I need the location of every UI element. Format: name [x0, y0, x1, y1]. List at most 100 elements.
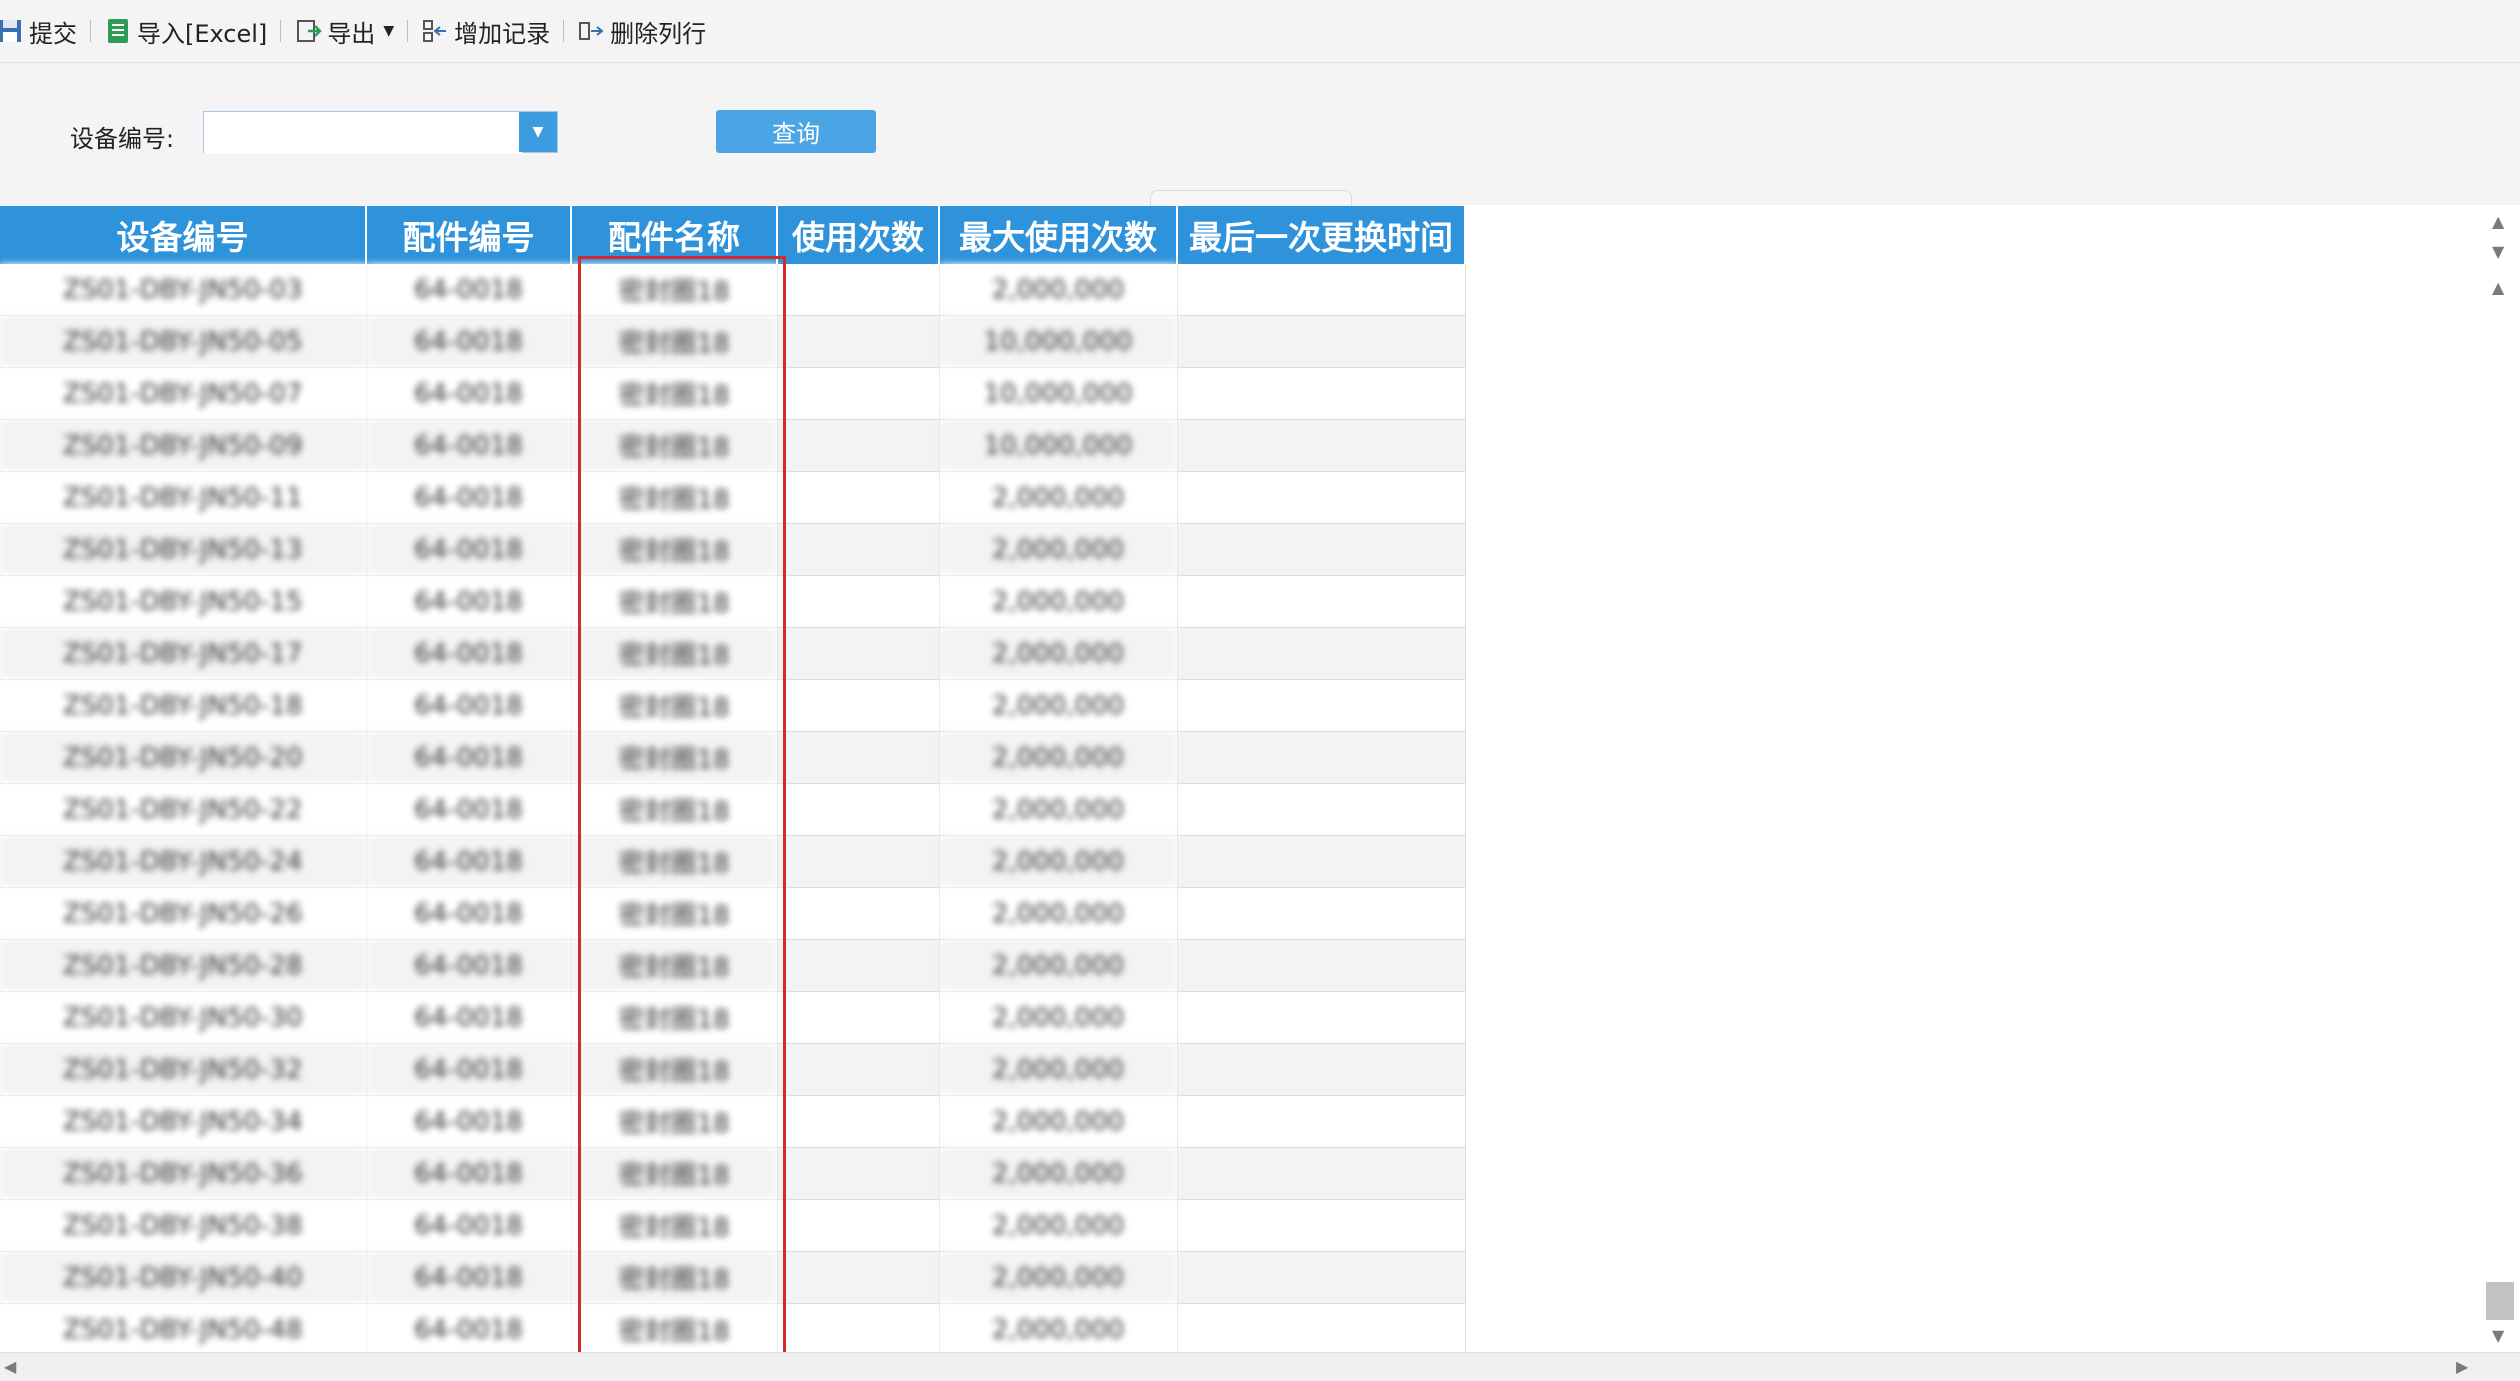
part-number-cell[interactable]: 64-0018: [366, 264, 572, 316]
part-number-cell[interactable]: 64-0018: [366, 367, 572, 420]
max-use-count-cell[interactable]: 2,000,000: [939, 783, 1178, 836]
last-replaced-cell[interactable]: [1177, 627, 1466, 680]
max-use-count-cell[interactable]: 2,000,000: [939, 1199, 1178, 1252]
column-header-part-name[interactable]: 配件名称: [571, 206, 778, 264]
use-count-cell[interactable]: [777, 1095, 940, 1148]
device-number-cell[interactable]: ZS01-DBY-JN50-03: [0, 264, 367, 316]
part-number-cell[interactable]: 64-0018: [366, 939, 572, 992]
table-row[interactable]: ZS01-DBY-JN50-28 64-0018 密封圈18 2,000,000: [0, 939, 1466, 992]
table-row[interactable]: ZS01-DBY-JN50-17 64-0018 密封圈18 2,000,000: [0, 627, 1466, 680]
last-replaced-cell[interactable]: [1177, 679, 1466, 732]
collapse-handle[interactable]: [1150, 190, 1352, 207]
use-count-cell[interactable]: [777, 523, 940, 576]
part-number-cell[interactable]: 64-0018: [366, 887, 572, 940]
part-name-cell[interactable]: 密封圈18: [571, 783, 778, 836]
table-row[interactable]: ZS01-DBY-JN50-18 64-0018 密封圈18 2,000,000: [0, 679, 1466, 732]
part-name-cell[interactable]: 密封圈18: [571, 1303, 778, 1356]
use-count-cell[interactable]: [777, 315, 940, 368]
table-row[interactable]: ZS01-DBY-JN50-05 64-0018 密封圈18 10,000,000: [0, 315, 1466, 368]
part-name-cell[interactable]: 密封圈18: [571, 1095, 778, 1148]
device-number-cell[interactable]: ZS01-DBY-JN50-07: [0, 367, 367, 420]
scroll-thumb[interactable]: [2486, 1282, 2514, 1320]
part-number-cell[interactable]: 64-0018: [366, 523, 572, 576]
part-name-cell[interactable]: 密封圈18: [571, 835, 778, 888]
table-row[interactable]: ZS01-DBY-JN50-30 64-0018 密封圈18 2,000,000: [0, 991, 1466, 1044]
max-use-count-cell[interactable]: 2,000,000: [939, 679, 1178, 732]
part-number-cell[interactable]: 64-0018: [366, 315, 572, 368]
table-row[interactable]: ZS01-DBY-JN50-24 64-0018 密封圈18 2,000,000: [0, 835, 1466, 888]
last-replaced-cell[interactable]: [1177, 1251, 1466, 1304]
last-replaced-cell[interactable]: [1177, 315, 1466, 368]
part-name-cell[interactable]: 密封圈18: [571, 264, 778, 316]
last-replaced-cell[interactable]: [1177, 1199, 1466, 1252]
part-name-cell[interactable]: 密封圈18: [571, 731, 778, 784]
table-row[interactable]: ZS01-DBY-JN50-38 64-0018 密封圈18 2,000,000: [0, 1199, 1466, 1252]
last-replaced-cell[interactable]: [1177, 471, 1466, 524]
table-row[interactable]: ZS01-DBY-JN50-20 64-0018 密封圈18 2,000,000: [0, 731, 1466, 784]
last-replaced-cell[interactable]: [1177, 731, 1466, 784]
column-header-max-use-count[interactable]: 最大使用次数: [939, 206, 1178, 264]
table-row[interactable]: ZS01-DBY-JN50-03 64-0018 密封圈18 2,000,000: [0, 264, 1466, 316]
part-name-cell[interactable]: 密封圈18: [571, 575, 778, 628]
column-header-use-count[interactable]: 使用次数: [777, 206, 940, 264]
use-count-cell[interactable]: [777, 835, 940, 888]
use-count-cell[interactable]: [777, 1251, 940, 1304]
max-use-count-cell[interactable]: 2,000,000: [939, 887, 1178, 940]
max-use-count-cell[interactable]: 2,000,000: [939, 627, 1178, 680]
part-name-cell[interactable]: 密封圈18: [571, 367, 778, 420]
delete-row-button[interactable]: 删除列行: [577, 11, 706, 51]
part-number-cell[interactable]: 64-0018: [366, 1095, 572, 1148]
table-row[interactable]: ZS01-DBY-JN50-07 64-0018 密封圈18 10,000,000: [0, 367, 1466, 420]
max-use-count-cell[interactable]: 2,000,000: [939, 264, 1178, 316]
submit-button[interactable]: 提交: [0, 11, 77, 51]
scroll-down-icon[interactable]: ▼: [2492, 242, 2504, 261]
use-count-cell[interactable]: [777, 575, 940, 628]
part-number-cell[interactable]: 64-0018: [366, 835, 572, 888]
use-count-cell[interactable]: [777, 419, 940, 472]
part-name-cell[interactable]: 密封圈18: [571, 939, 778, 992]
part-name-cell[interactable]: 密封圈18: [571, 1147, 778, 1200]
max-use-count-cell[interactable]: 2,000,000: [939, 939, 1178, 992]
max-use-count-cell[interactable]: 10,000,000: [939, 367, 1178, 420]
part-number-cell[interactable]: 64-0018: [366, 471, 572, 524]
last-replaced-cell[interactable]: [1177, 887, 1466, 940]
device-number-cell[interactable]: ZS01-DBY-JN50-18: [0, 679, 367, 732]
scroll-left-icon[interactable]: ◀: [4, 1357, 16, 1376]
max-use-count-cell[interactable]: 10,000,000: [939, 419, 1178, 472]
use-count-cell[interactable]: [777, 679, 940, 732]
query-button[interactable]: 查询: [716, 110, 876, 153]
device-number-cell[interactable]: ZS01-DBY-JN50-28: [0, 939, 367, 992]
part-number-cell[interactable]: 64-0018: [366, 1043, 572, 1096]
use-count-cell[interactable]: [777, 783, 940, 836]
add-record-button[interactable]: 增加记录: [421, 11, 550, 51]
use-count-cell[interactable]: [777, 264, 940, 316]
use-count-cell[interactable]: [777, 1043, 940, 1096]
table-row[interactable]: ZS01-DBY-JN50-09 64-0018 密封圈18 10,000,000: [0, 419, 1466, 472]
use-count-cell[interactable]: [777, 887, 940, 940]
last-replaced-cell[interactable]: [1177, 523, 1466, 576]
table-row[interactable]: ZS01-DBY-JN50-22 64-0018 密封圈18 2,000,000: [0, 783, 1466, 836]
use-count-cell[interactable]: [777, 471, 940, 524]
last-replaced-cell[interactable]: [1177, 991, 1466, 1044]
last-replaced-cell[interactable]: [1177, 1147, 1466, 1200]
device-number-cell[interactable]: ZS01-DBY-JN50-20: [0, 731, 367, 784]
device-number-cell[interactable]: ZS01-DBY-JN50-09: [0, 419, 367, 472]
use-count-cell[interactable]: [777, 367, 940, 420]
use-count-cell[interactable]: [777, 627, 940, 680]
table-row[interactable]: ZS01-DBY-JN50-15 64-0018 密封圈18 2,000,000: [0, 575, 1466, 628]
last-replaced-cell[interactable]: [1177, 835, 1466, 888]
part-name-cell[interactable]: 密封圈18: [571, 627, 778, 680]
table-row[interactable]: ZS01-DBY-JN50-40 64-0018 密封圈18 2,000,000: [0, 1251, 1466, 1304]
scroll-up-icon[interactable]: ▲: [2492, 278, 2504, 297]
part-number-cell[interactable]: 64-0018: [366, 1251, 572, 1304]
device-number-cell[interactable]: ZS01-DBY-JN50-26: [0, 887, 367, 940]
device-number-cell[interactable]: ZS01-DBY-JN50-40: [0, 1251, 367, 1304]
max-use-count-cell[interactable]: 2,000,000: [939, 1303, 1178, 1356]
use-count-cell[interactable]: [777, 1199, 940, 1252]
export-dropdown-button[interactable]: 导出 ▼: [294, 11, 394, 51]
table-row[interactable]: ZS01-DBY-JN50-48 64-0018 密封圈18 2,000,000: [0, 1303, 1466, 1356]
table-row[interactable]: ZS01-DBY-JN50-26 64-0018 密封圈18 2,000,000: [0, 887, 1466, 940]
part-number-cell[interactable]: 64-0018: [366, 731, 572, 784]
table-row[interactable]: ZS01-DBY-JN50-11 64-0018 密封圈18 2,000,000: [0, 471, 1466, 524]
device-number-input[interactable]: [204, 112, 522, 154]
